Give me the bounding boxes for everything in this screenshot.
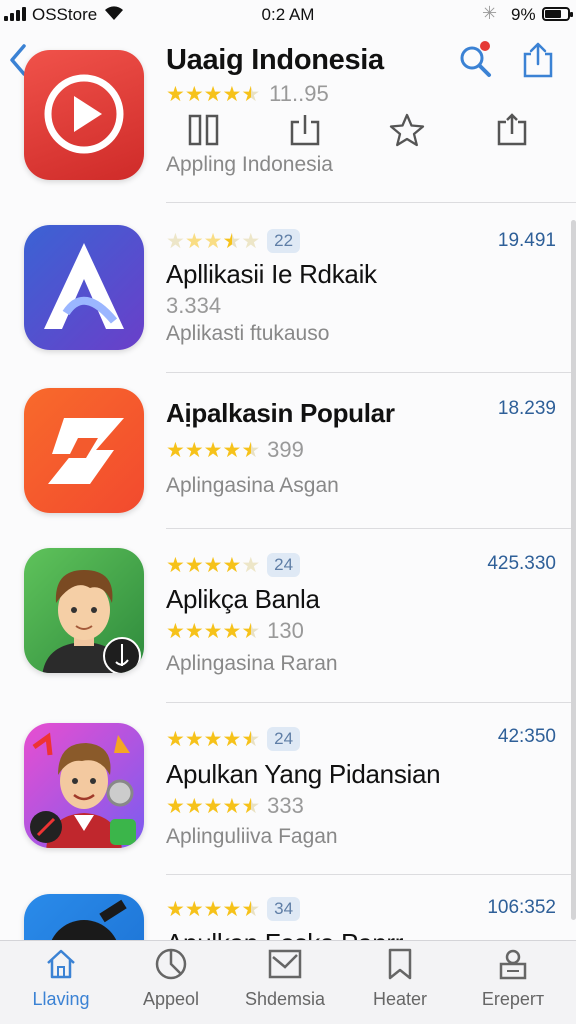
- tab-label: Heater: [372, 989, 428, 1009]
- tab-llaving[interactable]: Llaving: [6, 947, 116, 1010]
- app-icon-arrow: [24, 388, 144, 513]
- rating-count: 11..95: [269, 81, 329, 106]
- inbox-icon: [230, 947, 340, 981]
- home-icon: [6, 947, 116, 981]
- price-label[interactable]: 106:352: [487, 897, 556, 919]
- bookmark-icon: [345, 947, 455, 981]
- hero-subtitle: Appling Indonesia: [166, 153, 333, 176]
- app-count: 3.334: [166, 293, 222, 318]
- rating-count: 399: [267, 437, 304, 462]
- app-name: Apulkan Yang Pidansian: [166, 759, 441, 789]
- app-icon-avatar: [24, 548, 144, 673]
- price-label[interactable]: 19.491: [498, 230, 556, 252]
- star-rating: ★ ★ ★ ★ ★: [166, 438, 260, 462]
- review-badge: 22: [267, 229, 301, 253]
- status-bar: OSStore 0:2 AM ✳ 9%: [0, 0, 576, 30]
- page-title: Uaaig Indonesia: [166, 44, 384, 76]
- rating-line: ★ ★ ★ ★ ★ 22: [166, 229, 301, 253]
- tab-label: Llaving: [32, 989, 90, 1009]
- price-label[interactable]: 425.330: [487, 553, 556, 575]
- divider: [166, 702, 576, 703]
- rating-line: ★ ★ ★ ★ ★ 130: [166, 618, 304, 644]
- app-icon-letter-a: [24, 225, 144, 350]
- battery-icon: [542, 7, 573, 21]
- divider: [166, 202, 576, 203]
- rating-line: ★ ★ ★ ★ ★ 399: [166, 437, 304, 463]
- tab-appeol[interactable]: Appeol: [116, 947, 226, 1010]
- tab-heater[interactable]: Heater: [345, 947, 455, 1010]
- price-label[interactable]: 42:350: [498, 726, 556, 748]
- divider: [166, 874, 576, 875]
- tab-bar: Llaving Appeol Shdemsia Heater Ereperт: [0, 940, 576, 1024]
- tab-ereperT[interactable]: Ereperт: [458, 947, 568, 1010]
- rating-line: ★ ★ ★ ★ ★ 24: [166, 727, 301, 751]
- tab-label: Shdemsia: [244, 989, 326, 1009]
- app-name: Aplikça Banla: [166, 584, 320, 614]
- review-badge: 34: [267, 897, 301, 921]
- review-badge: 24: [267, 553, 301, 577]
- tab-label: Ereperт: [481, 989, 545, 1009]
- share-icon[interactable]: [494, 112, 530, 153]
- hero-rating: ★ ★ ★ ★ ★ 11..95: [166, 81, 329, 107]
- app-icon-play[interactable]: [24, 50, 144, 180]
- app-subtitle: Aplingasina Raran: [166, 652, 338, 675]
- rating-line: ★ ★ ★ ★ ★ 34: [166, 897, 301, 921]
- bluetooth-icon: ✳: [482, 3, 498, 23]
- star-rating: ★ ★ ★ ★ ★: [166, 82, 260, 106]
- profile-icon: [458, 947, 568, 981]
- app-subtitle: Aplingasina Asgan: [166, 474, 339, 497]
- price-label[interactable]: 18.239: [498, 398, 556, 420]
- pause-icon[interactable]: [186, 112, 222, 153]
- rating-line: ★ ★ ★ ★ ★ 333: [166, 793, 304, 819]
- divider: [166, 372, 576, 373]
- app-subtitle: Aplikasti ftukauso: [166, 322, 330, 345]
- review-badge: 24: [267, 727, 301, 751]
- app-name: Apllikasii Ie Rdkaik: [166, 259, 377, 289]
- app-subtitle: Aplinguliiva Fagan: [166, 825, 338, 848]
- share-icon[interactable]: [520, 40, 556, 85]
- app-name: Aịpalkasin Popular: [166, 398, 395, 428]
- star-rating: ★ ★ ★ ★ ★: [166, 553, 260, 577]
- tab-label: Appeol: [142, 989, 200, 1009]
- star-rating: ★ ★ ★ ★ ★: [166, 619, 260, 643]
- tab-shdemsia[interactable]: Shdemsia: [230, 947, 340, 1010]
- search-icon[interactable]: [456, 40, 496, 85]
- star-rating: ★ ★ ★ ★ ★: [166, 727, 260, 751]
- star-rating: ★ ★ ★ ★ ★: [166, 229, 260, 253]
- star-rating: ★ ★ ★ ★ ★: [166, 897, 260, 921]
- battery-percentage: 9%: [511, 5, 536, 24]
- rating-line: ★ ★ ★ ★ ★ 24: [166, 553, 301, 577]
- app-icon-character: [24, 723, 144, 848]
- star-icon[interactable]: [388, 112, 426, 153]
- pie-chart-icon: [116, 947, 226, 981]
- divider: [166, 528, 576, 529]
- star-rating: ★ ★ ★ ★ ★: [166, 794, 260, 818]
- share-icon[interactable]: [287, 112, 323, 153]
- rating-count: 333: [267, 793, 304, 818]
- scrollbar[interactable]: [571, 220, 576, 920]
- rating-count: 130: [267, 618, 304, 643]
